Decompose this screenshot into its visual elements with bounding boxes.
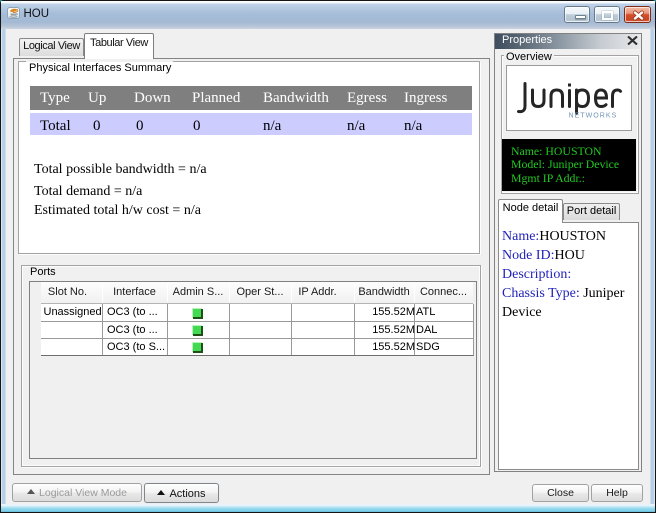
svg-text:NETWORKS: NETWORKS (569, 113, 618, 120)
